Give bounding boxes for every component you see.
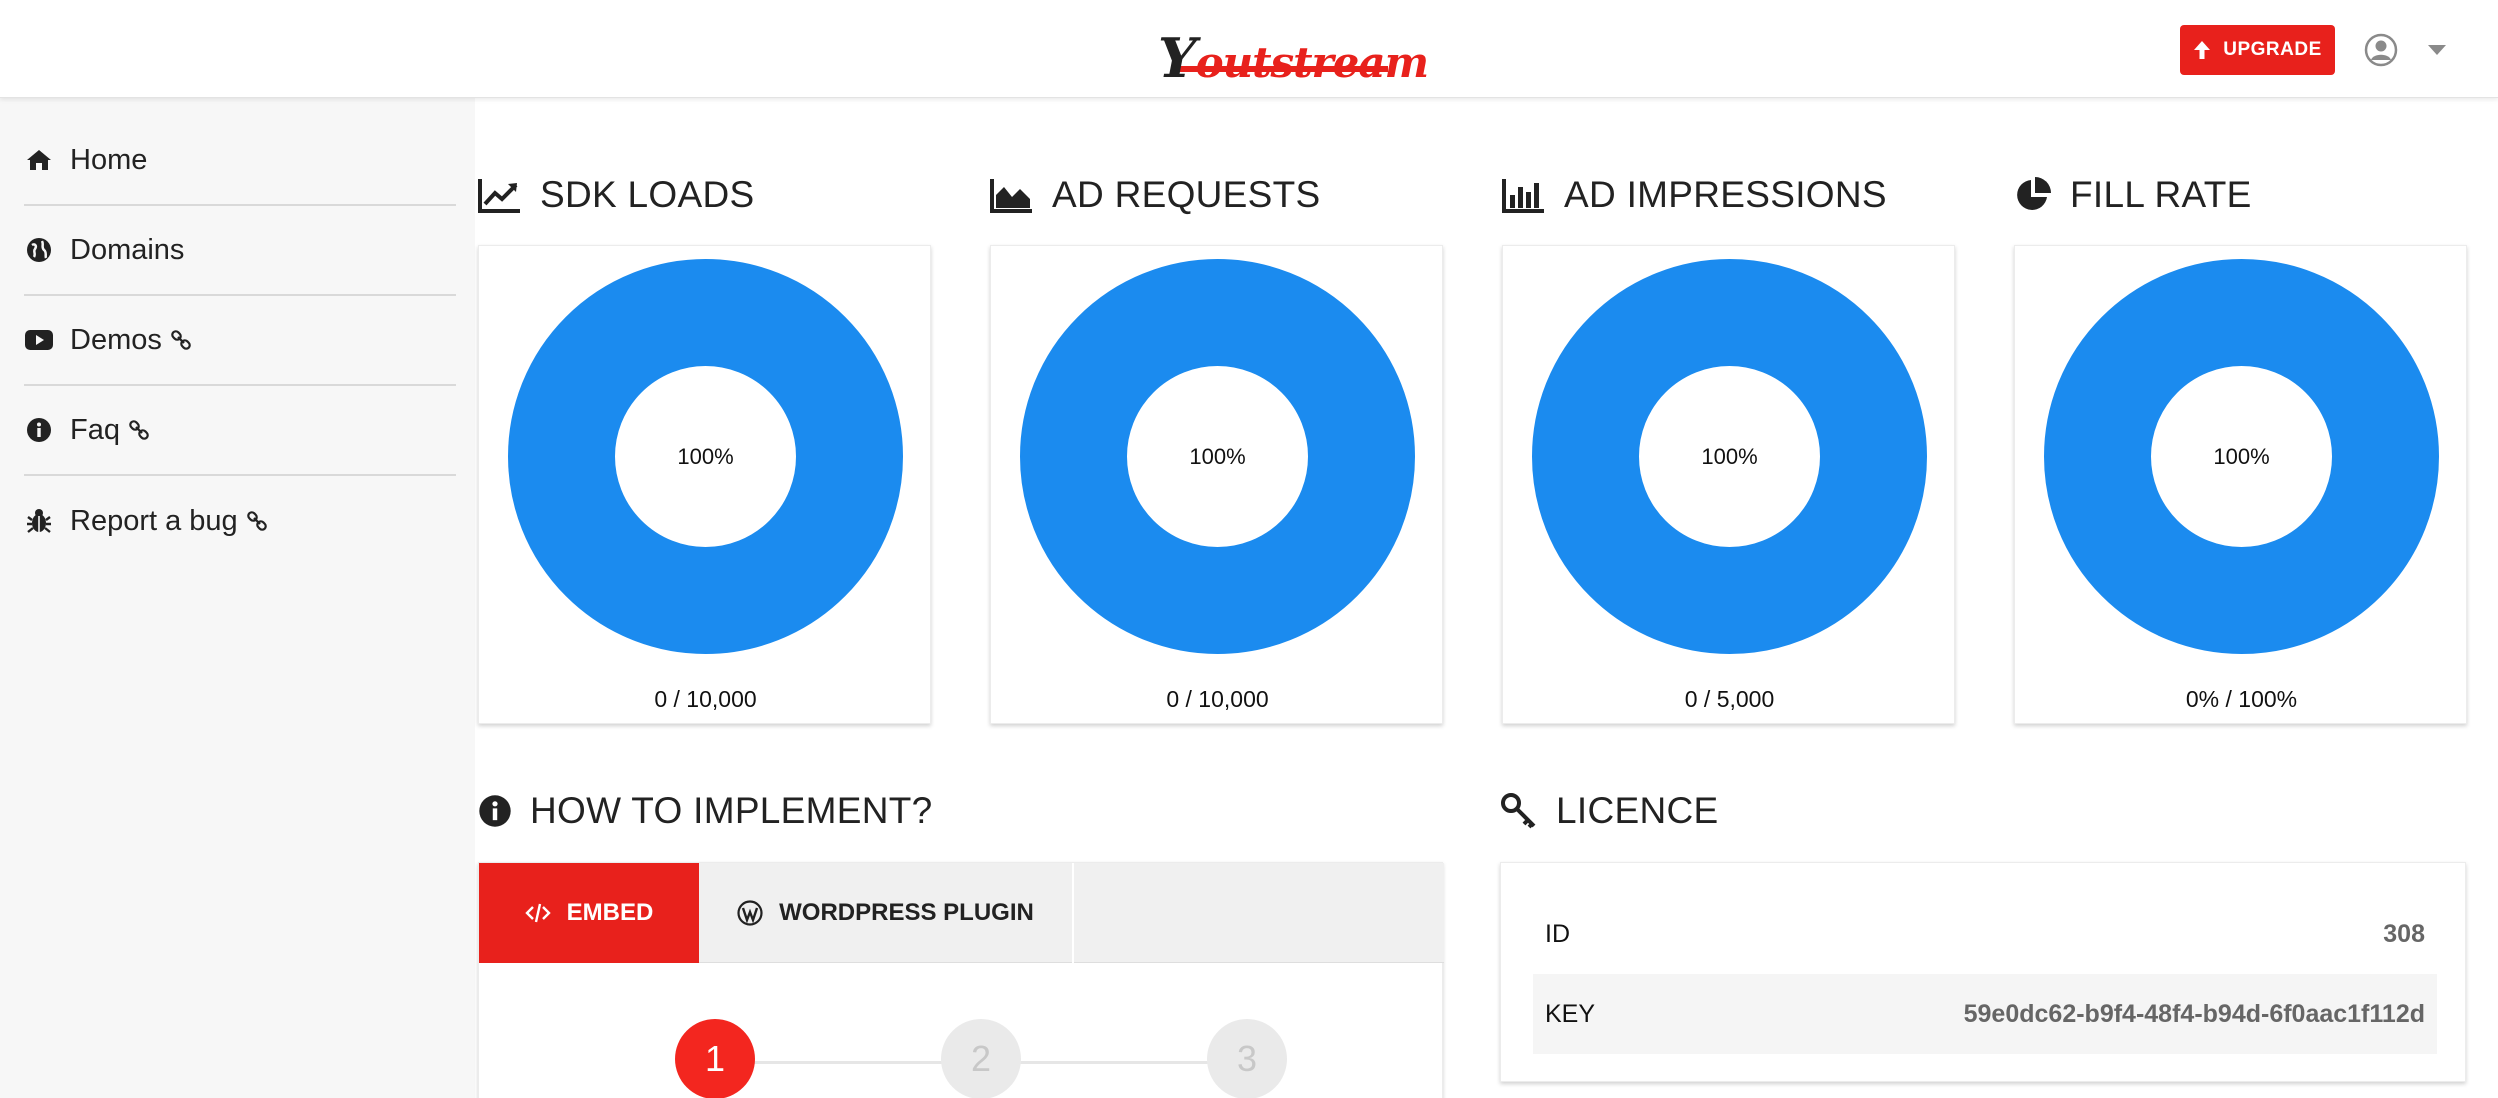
implement-card: EMBED WORDPRESS PLUGIN 1 2 3	[478, 862, 1444, 1098]
tab-label: EMBED	[566, 899, 654, 926]
sidebar-item-label: Faq	[70, 413, 120, 446]
stat-card-sdk-loads: 100% 0 / 10,000	[478, 245, 931, 724]
implement-tabs: EMBED WORDPRESS PLUGIN	[479, 863, 1444, 963]
youtube-play-icon	[24, 325, 54, 355]
stepper: 1 2 3	[479, 963, 1444, 1098]
stat-footer: 0 / 10,000	[1166, 686, 1269, 712]
upgrade-label: UPGRADE	[2223, 39, 2322, 60]
sidebar-item-domains[interactable]: Domains	[24, 206, 456, 296]
licence-title: LICENCE	[1556, 790, 1719, 831]
implement-heading: HOW TO IMPLEMENT?	[478, 790, 933, 832]
pie-chart-icon	[2017, 177, 2051, 210]
stat-heading-fill-rate: FILL RATE	[2014, 174, 2252, 216]
line-chart-icon	[478, 179, 520, 213]
licence-card: ID 308 KEY 59e0dc62-b9f4-48f4-b94d-6f0aa…	[1500, 862, 2466, 1082]
area-chart-icon	[990, 179, 1032, 213]
stat-title: SDK LOADS	[540, 174, 755, 215]
stat-heading-sdk-loads: SDK LOADS	[478, 174, 755, 216]
stat-title: FILL RATE	[2070, 174, 2252, 215]
key-icon	[1501, 793, 1536, 829]
licence-key-label: ID	[1545, 919, 1570, 948]
stat-heading-ad-requests: AD REQUESTS	[990, 174, 1321, 216]
sidebar: Home Domains Demos Faq Report a bug	[0, 98, 475, 1098]
licence-value[interactable]: 59e0dc62-b9f4-48f4-b94d-6f0aac1f112d	[1964, 1000, 2425, 1029]
licence-value[interactable]: 308	[2383, 920, 2425, 949]
info-circle-icon	[479, 795, 511, 827]
tab-wordpress-plugin[interactable]: WORDPRESS PLUGIN	[699, 863, 1074, 963]
sidebar-item-home[interactable]: Home	[24, 116, 456, 206]
arrow-up-icon	[2194, 41, 2211, 59]
link-icon	[129, 420, 149, 440]
globe-icon	[24, 235, 54, 265]
tab-embed[interactable]: EMBED	[479, 863, 699, 963]
sidebar-item-label: Demos	[70, 323, 162, 356]
bug-icon	[24, 506, 54, 536]
stat-card-fill-rate: 100% 0% / 100%	[2014, 245, 2467, 724]
sidebar-item-report-bug[interactable]: Report a bug	[24, 476, 456, 566]
donut-percent-label: 100%	[2213, 444, 2270, 469]
step-2[interactable]: 2	[941, 1019, 1021, 1098]
sidebar-item-faq[interactable]: Faq	[24, 386, 456, 476]
sidebar-item-label: Home	[70, 143, 148, 176]
stat-footer: 0 / 5,000	[1684, 686, 1775, 712]
user-circle-icon[interactable]	[2364, 33, 2398, 67]
donut-percent-label: 100%	[1189, 444, 1246, 469]
stat-card-ad-requests: 100% 0 / 10,000	[990, 245, 1443, 724]
stat-heading-ad-impressions: AD IMPRESSIONS	[1502, 174, 1887, 216]
caret-down-icon[interactable]	[2428, 45, 2446, 55]
home-icon	[24, 145, 54, 175]
sidebar-item-label: Report a bug	[70, 504, 238, 537]
implement-title: HOW TO IMPLEMENT?	[530, 790, 933, 831]
top-bar: Youtstream UPGRADE	[0, 0, 2498, 98]
donut-percent-label: 100%	[677, 444, 734, 469]
stat-footer: 0 / 10,000	[654, 686, 757, 712]
licence-row-id: ID 308	[1533, 894, 2437, 974]
link-icon	[171, 330, 191, 350]
link-icon	[246, 511, 267, 531]
step-1[interactable]: 1	[675, 1019, 755, 1098]
donut-percent-label: 100%	[1701, 444, 1758, 469]
stat-title: AD IMPRESSIONS	[1564, 174, 1887, 215]
tab-label: WORDPRESS PLUGIN	[779, 899, 1034, 926]
licence-row-key: KEY 59e0dc62-b9f4-48f4-b94d-6f0aac1f112d	[1533, 974, 2437, 1054]
stat-card-ad-impressions: 100% 0 / 5,000	[1502, 245, 1955, 724]
stat-title: AD REQUESTS	[1052, 174, 1321, 215]
youtstream-logo[interactable]: Youtstream	[1158, 26, 1429, 90]
licence-key-label: KEY	[1545, 999, 1596, 1028]
logo-text: Youtstream	[1158, 26, 1429, 90]
bar-chart-icon	[1502, 179, 1544, 213]
info-circle-icon	[24, 415, 54, 445]
licence-heading: LICENCE	[1500, 790, 1718, 832]
stat-footer: 0% / 100%	[2185, 686, 2298, 712]
wordpress-icon	[737, 900, 763, 926]
step-3[interactable]: 3	[1207, 1019, 1287, 1098]
sidebar-item-label: Domains	[70, 233, 185, 266]
upgrade-button[interactable]: UPGRADE	[2180, 25, 2335, 75]
code-icon	[524, 903, 551, 923]
sidebar-item-demos[interactable]: Demos	[24, 296, 456, 386]
